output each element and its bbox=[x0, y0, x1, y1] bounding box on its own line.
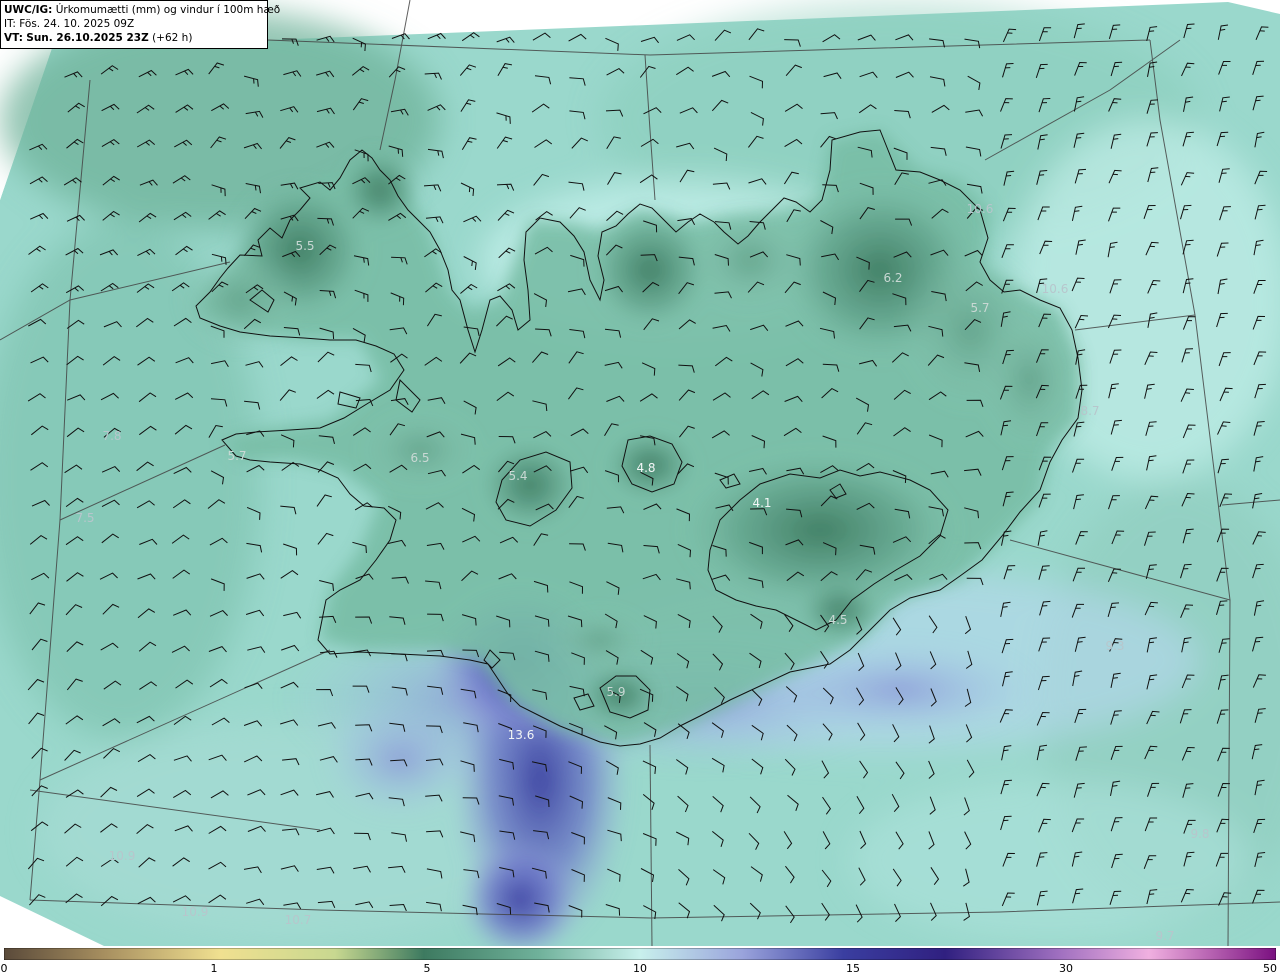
map-title: Úrkomumætti (mm) og vindur í 100m hæð bbox=[55, 4, 281, 16]
precip-value-label: 6.2 bbox=[883, 271, 902, 285]
precip-value-label: 10.7 bbox=[285, 913, 312, 927]
colorbar-tick: 5 bbox=[423, 962, 431, 975]
colorbar-tick: 15 bbox=[846, 962, 860, 975]
precip-value-label: 13.6 bbox=[508, 728, 535, 742]
precip-value-label: 5.9 bbox=[606, 685, 625, 699]
valid-time-line: VT: Sun. 26.10.2025 23Z (+62 h) bbox=[4, 31, 264, 45]
precip-value-label: 9.3 bbox=[1105, 639, 1124, 653]
precip-value-label: 10.9 bbox=[109, 849, 136, 863]
precip-value-label: 5.7 bbox=[227, 449, 246, 463]
colorbar-tick: 30 bbox=[1059, 962, 1073, 975]
precip-value-label: 5.4 bbox=[508, 469, 527, 483]
precip-value-label: 10.6 bbox=[967, 202, 994, 216]
precip-value-label: 7.8 bbox=[102, 429, 121, 443]
init-time-line: IT: Fös. 24. 10. 2025 09Z bbox=[4, 17, 264, 31]
precipitation-wind-map: 5.5 6.2 5.7 10.6 10.6 8.7 7.8 5.7 6.5 5.4 4.8 4.1 7.… bbox=[0, 0, 1280, 946]
precip-value-label: 4.5 bbox=[828, 613, 847, 627]
valid-label: VT: bbox=[4, 32, 23, 44]
precip-value-label: 4.8 bbox=[636, 461, 655, 475]
precip-value-label: 5.7 bbox=[970, 301, 989, 315]
map-info-box: UWC/IG: Úrkomumætti (mm) og vindur í 100… bbox=[0, 0, 280, 49]
precip-value-label: 8.7 bbox=[1080, 404, 1099, 418]
title-line: UWC/IG: Úrkomumætti (mm) og vindur í 100… bbox=[4, 3, 280, 17]
colorbar-tick: 10 bbox=[633, 962, 647, 975]
colorbar-tick: 50 bbox=[1263, 962, 1277, 975]
precip-value-label: 9.8 bbox=[1190, 827, 1209, 841]
precip-value-label: 10.6 bbox=[1042, 282, 1069, 296]
colorbar-legend: 0 1 5 10 15 30 50 bbox=[0, 946, 1280, 978]
precip-value-label: 10.9 bbox=[182, 905, 209, 919]
lead-time: (+62 h) bbox=[152, 32, 193, 44]
init-time: Fös. 24. 10. 2025 09Z bbox=[19, 18, 135, 30]
valid-time: Sun. 26.10.2025 23Z bbox=[26, 32, 149, 44]
colorbar-tick: 0 bbox=[0, 962, 8, 975]
colorbar bbox=[4, 948, 1276, 960]
colorbar-tick: 1 bbox=[210, 962, 218, 975]
precip-value-label: 7.5 bbox=[75, 511, 94, 525]
precip-value-label: 4.1 bbox=[752, 496, 771, 510]
precip-value-label: 5.5 bbox=[295, 239, 314, 253]
precip-value-label: 6.5 bbox=[410, 451, 429, 465]
model-label: UWC/IG: bbox=[4, 4, 53, 16]
init-label: IT: bbox=[4, 18, 16, 30]
precip-value-label: 9.7 bbox=[1155, 929, 1174, 943]
